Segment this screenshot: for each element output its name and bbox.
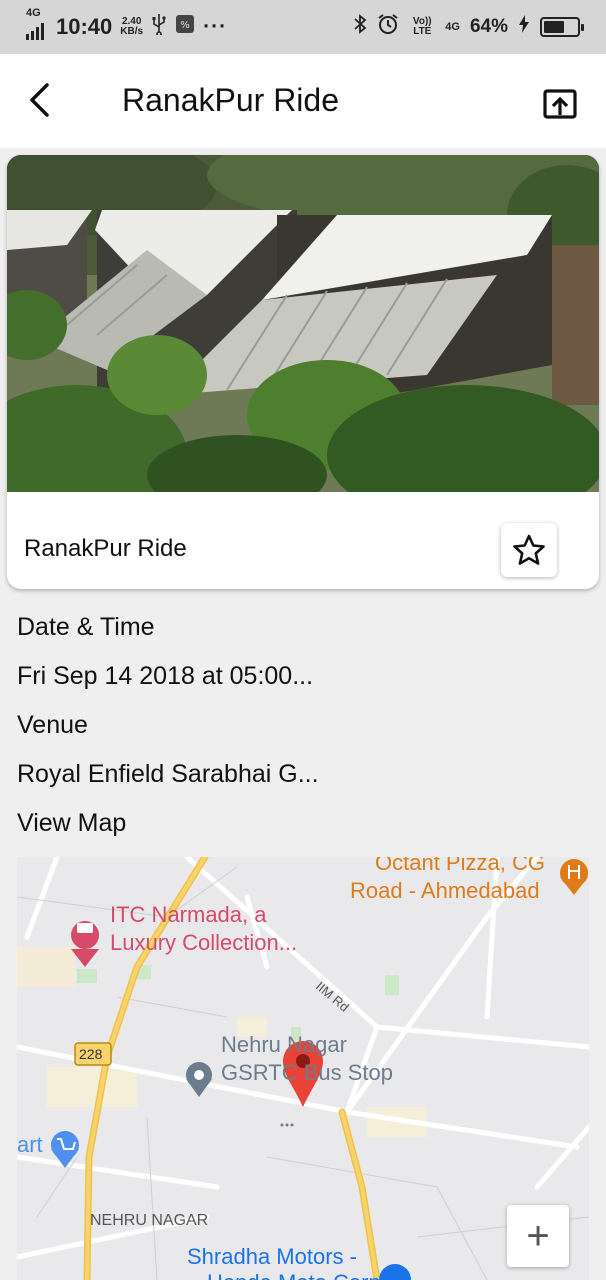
map-label-itc-line1: ITC Narmada, a (110, 902, 267, 927)
clock: 10:40 (56, 14, 113, 39)
favorite-button[interactable] (501, 523, 557, 577)
venue-label: Venue (17, 711, 88, 739)
battery-percent: 64% (469, 16, 508, 37)
map-label-nehru-line2: GSRTC Bus Stop (221, 1060, 393, 1085)
more-notifications: ··· (203, 15, 228, 38)
event-hero-image (7, 155, 599, 525)
event-card[interactable]: RanakPur Ride (7, 155, 599, 589)
venue-map[interactable]: Octant Pizza, CG Road - Ahmedabad ITC Na… (17, 857, 589, 1280)
map-label-honda: Honda Moto Corp (207, 1269, 381, 1280)
page-title: RanakPur Ride (122, 82, 339, 118)
status-bar: 4G 10:40 2.40 KB/s % ··· Vo)) LTE 4G 64% (0, 0, 606, 54)
svg-text:%: % (180, 20, 190, 31)
map-label-area: NEHRU NAGAR (90, 1212, 209, 1229)
network-type-left: 4G (26, 7, 41, 19)
map-label-nehru-line1: Nehru Nagar (221, 1032, 347, 1057)
share-upload-icon[interactable] (538, 82, 582, 126)
date-time-value: Fri Sep 14 2018 at 05:00... (17, 662, 314, 690)
map-label-mart: art (17, 1132, 43, 1157)
map-label-itc-line2: Luxury Collection... (110, 930, 298, 955)
charging-icon (518, 14, 530, 40)
app-bar: RanakPur Ride (0, 54, 606, 148)
app-notification-icon: % (175, 14, 195, 40)
venue-value: Royal Enfield Sarabhai G... (17, 760, 319, 788)
map-label-road: Road - Ahmedabad (350, 878, 540, 903)
date-time-label: Date & Time (17, 613, 155, 641)
map-route-shield: 228 (79, 1046, 103, 1062)
battery-icon (540, 17, 584, 37)
plus-icon: + (526, 1214, 550, 1258)
view-map-link[interactable]: View Map (17, 809, 126, 838)
back-arrow-icon[interactable] (18, 78, 62, 122)
map-label-pizza: Octant Pizza, CG (375, 857, 545, 875)
bluetooth-icon (353, 13, 367, 41)
signal-icon: 4G (26, 8, 44, 40)
alarm-icon (377, 13, 399, 41)
net-speed: 2.40 KB/s (120, 17, 143, 37)
map-zoom-in-button[interactable]: + (507, 1205, 569, 1267)
net-speed-unit: KB/s (120, 26, 144, 37)
map-label-shradha: Shradha Motors - (187, 1244, 357, 1269)
usb-icon (151, 13, 167, 41)
volte-indicator: Vo)) LTE (412, 16, 432, 37)
star-outline-icon (513, 534, 545, 565)
network-type-right: 4G (445, 20, 460, 33)
event-title: RanakPur Ride (24, 535, 187, 562)
